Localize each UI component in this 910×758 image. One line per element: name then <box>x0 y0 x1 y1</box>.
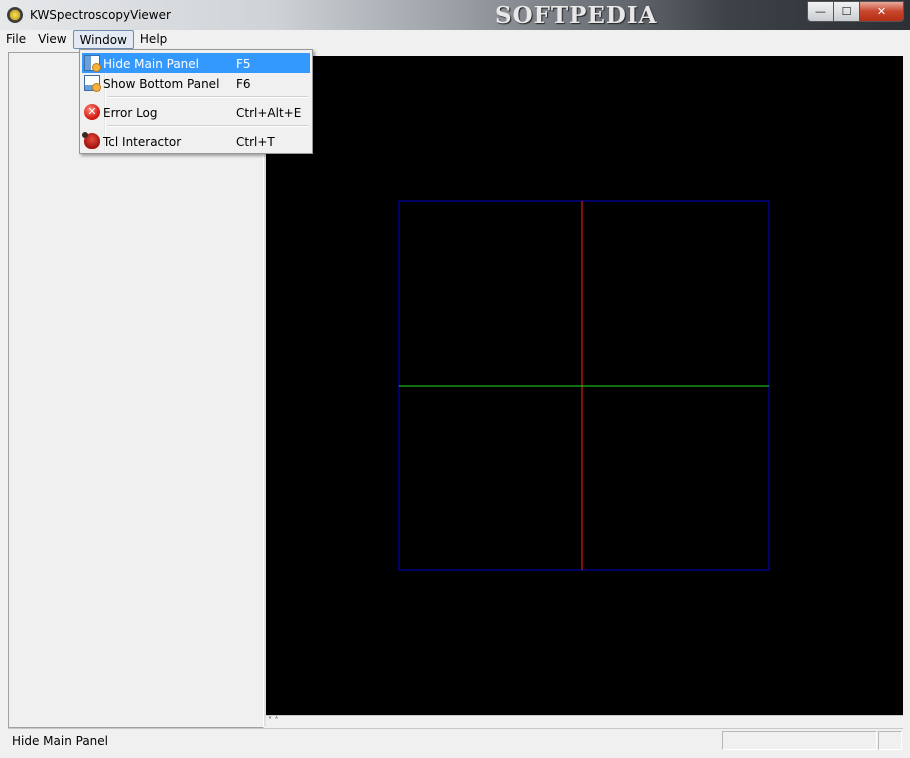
panel-icon <box>84 55 101 72</box>
menu-window[interactable]: Window <box>72 30 134 49</box>
app-window: KWSpectroscopyViewer SOFTPEDIA — ☐ ✕ Fil… <box>0 0 910 758</box>
menu-item-show-bottom-panel[interactable]: Show Bottom Panel F6 <box>82 73 310 93</box>
status-progress-cell <box>722 731 877 750</box>
bottom-panel-splitter[interactable]: ˅ ˄ <box>266 715 903 725</box>
menu-item-tcl-interactor[interactable]: Tcl Interactor Ctrl+T <box>82 131 310 151</box>
menu-help[interactable]: Help <box>134 30 173 48</box>
menu-item-hide-main-panel[interactable]: Hide Main Panel F5 <box>82 53 310 73</box>
status-grip-cell <box>878 731 902 750</box>
render-canvas <box>398 200 770 571</box>
menu-file[interactable]: File <box>0 30 32 48</box>
menu-item-error-log[interactable]: ✕ Error Log Ctrl+Alt+E <box>82 102 310 122</box>
maximize-button[interactable]: ☐ <box>834 1 860 22</box>
menu-item-shortcut: Ctrl+Alt+E <box>236 106 302 120</box>
ladybug-icon <box>82 132 100 149</box>
menu-item-label: Show Bottom Panel <box>103 77 220 91</box>
status-text: Hide Main Panel <box>12 734 109 748</box>
menu-separator <box>108 96 308 98</box>
menu-item-label: Hide Main Panel <box>103 57 200 71</box>
menu-item-label: Error Log <box>103 106 158 120</box>
menu-item-label: Tcl Interactor <box>103 135 182 149</box>
minimize-button[interactable]: — <box>807 1 834 22</box>
close-button[interactable]: ✕ <box>860 1 904 22</box>
window-menu-dropdown: Hide Main Panel F5 Show Bottom Panel F6 … <box>79 49 313 154</box>
title-bar[interactable]: KWSpectroscopyViewer SOFTPEDIA — ☐ ✕ <box>0 0 910 30</box>
status-bar: Hide Main Panel <box>8 728 903 751</box>
menu-item-shortcut: F6 <box>236 77 251 91</box>
menu-bar: File View Window Help <box>0 30 910 49</box>
menu-separator <box>108 125 308 127</box>
splitter-arrows-icon[interactable]: ˅ ˄ <box>268 716 279 725</box>
softpedia-watermark: SOFTPEDIA <box>495 2 658 29</box>
app-icon[interactable] <box>7 7 23 23</box>
menu-item-shortcut: F5 <box>236 57 251 71</box>
bottom-panel-icon <box>84 75 101 92</box>
menu-item-shortcut: Ctrl+T <box>236 135 275 149</box>
menu-view[interactable]: View <box>32 30 72 48</box>
error-icon: ✕ <box>84 104 100 120</box>
window-title: KWSpectroscopyViewer <box>30 8 171 22</box>
caption-buttons: — ☐ ✕ <box>807 1 904 22</box>
render-viewport[interactable] <box>266 56 903 715</box>
